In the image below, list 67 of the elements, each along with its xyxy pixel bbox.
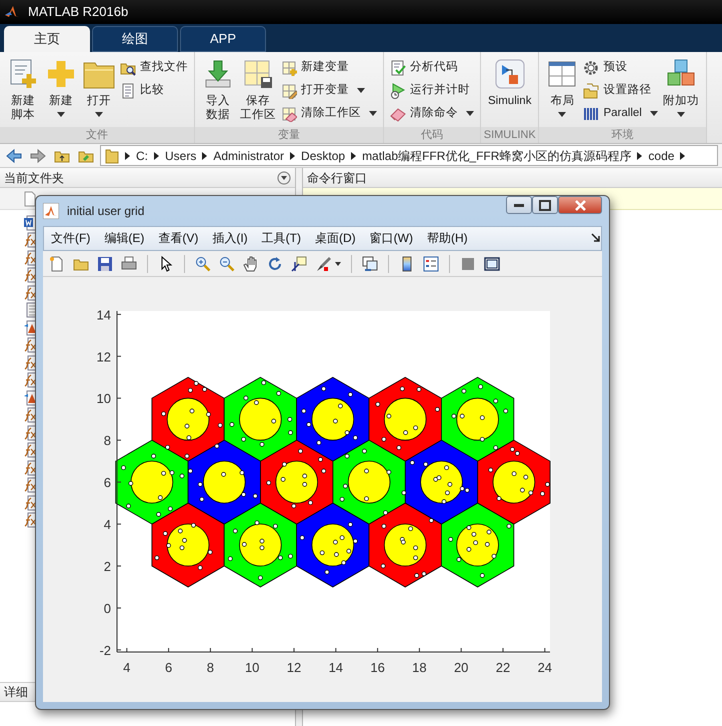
tick-label: 24 <box>538 660 552 676</box>
path-segment[interactable]: code <box>648 146 674 164</box>
toolstrip-button[interactable]: 保存 工作区 <box>237 56 279 122</box>
toolstrip-button[interactable]: 新建 <box>42 56 80 117</box>
path-segment[interactable]: Users <box>165 146 196 164</box>
toolstrip-button[interactable]: 运行并计时 <box>388 79 476 102</box>
menu-item[interactable]: 查看(V) <box>151 229 206 248</box>
toolstrip-button[interactable]: 打开变量 <box>279 79 379 102</box>
panel-title: 命令行窗口 <box>307 170 367 186</box>
panel-title: 当前文件夹 <box>4 170 64 186</box>
toolstrip-button[interactable]: 附加功 <box>660 56 702 117</box>
toolstrip-button[interactable]: 清除命令 <box>388 102 476 125</box>
toolstrip-button[interactable]: 打开 <box>80 56 118 117</box>
panel-title: 详细 <box>4 684 28 701</box>
group-label: 环境 <box>539 127 706 143</box>
tick-label: -2 <box>99 642 111 658</box>
tick-label: 14 <box>328 660 344 676</box>
toolstrip-button[interactable]: 查找文件 <box>118 56 190 79</box>
tick-label: 16 <box>370 660 385 676</box>
figure-title: initial user grid <box>67 202 144 220</box>
tick-label: 12 <box>96 349 111 364</box>
tick-label: 6 <box>104 475 111 490</box>
group-label: 代码 <box>384 127 480 143</box>
toolstrip-button[interactable]: 设置路径 <box>581 79 660 102</box>
toolstrip-button[interactable]: 预设 <box>581 56 660 79</box>
ribbon-tab[interactable]: 主页 <box>4 26 90 52</box>
toolstrip-button[interactable]: 新建 脚本 <box>4 56 42 122</box>
path-segment[interactable]: matlab编程FFR优化_FFR蜂窝小区的仿真源码程序 <box>362 146 632 164</box>
group-label: 文件 <box>0 127 194 143</box>
toolstrip-button[interactable]: 布局 <box>543 56 582 117</box>
ribbon-tab[interactable]: APP <box>180 26 266 52</box>
group-label: 变量 <box>195 127 383 143</box>
menu-item[interactable]: 插入(I) <box>205 229 255 248</box>
path-segment[interactable]: Administrator <box>213 146 284 164</box>
menu-item[interactable]: 编辑(E) <box>97 229 152 248</box>
toolstrip-button[interactable]: 导入 数据 <box>199 56 237 122</box>
toolstrip-button[interactable]: 新建变量 <box>279 56 379 79</box>
tick-label: 6 <box>164 660 172 676</box>
path-segment[interactable]: C: <box>136 146 148 164</box>
window-title: MATLAB R2016b <box>28 3 128 22</box>
tick-label: 22 <box>496 660 510 676</box>
toolstrip-button[interactable]: 分析代码 <box>388 56 476 79</box>
toolstrip-button[interactable]: 清除工作区 <box>279 102 379 125</box>
toolstrip-button[interactable]: Simulink <box>485 56 534 108</box>
menu-item[interactable]: 窗口(W) <box>362 229 420 248</box>
tick-label: 14 <box>96 307 111 322</box>
toolstrip-button[interactable]: Parallel <box>581 102 660 125</box>
tick-label: 20 <box>454 660 468 676</box>
group-label: SIMULINK <box>481 127 538 143</box>
tick-label: 0 <box>104 601 111 616</box>
tick-label: 10 <box>96 391 111 406</box>
path-segment[interactable]: Desktop <box>301 146 346 164</box>
tick-label: 4 <box>123 660 130 676</box>
path-field[interactable]: C: Users Administrator Desktop matlab编程FFR优化_FFR蜂窝小区的仿真源码程序 code <box>100 145 718 166</box>
tick-label: 10 <box>244 660 260 676</box>
tick-label: 18 <box>412 660 427 676</box>
menu-item[interactable]: 帮助(H) <box>420 229 475 248</box>
menu-item[interactable]: 工具(T) <box>254 229 308 248</box>
menu-item[interactable]: 桌面(D) <box>308 229 363 248</box>
tick-label: 2 <box>104 559 111 574</box>
tick-label: 12 <box>286 660 302 676</box>
tick-label: 4 <box>104 517 111 532</box>
toolstrip-button[interactable]: 比较 <box>118 79 190 102</box>
tick-label: 8 <box>206 660 214 676</box>
tick-label: 8 <box>104 433 111 448</box>
menu-item[interactable]: 文件(F) <box>44 229 98 248</box>
ribbon-tab[interactable]: 绘图 <box>92 26 178 52</box>
